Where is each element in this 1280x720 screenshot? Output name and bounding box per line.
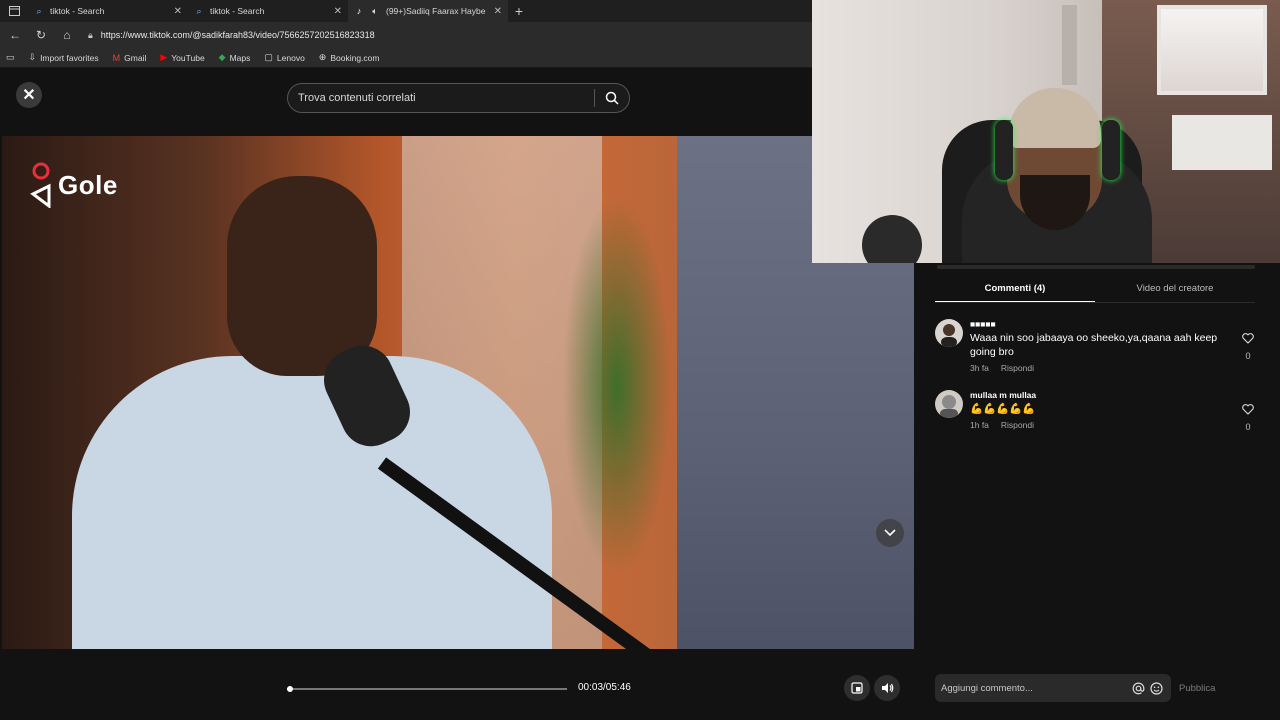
comment-composer: Pubblica — [935, 674, 1260, 702]
comment-body: mullaa m mullaa 💪💪💪💪💪 1h fa Rispondi — [970, 390, 1230, 430]
picture-in-picture-button[interactable] — [844, 675, 870, 701]
progress-bar[interactable] — [287, 686, 567, 692]
browser-tab-2[interactable]: ⌕ tiktok - Search ✕ — [188, 0, 348, 22]
comment-text: 💪💪💪💪💪 — [970, 403, 1036, 415]
search-icon: ⌕ — [196, 5, 202, 16]
close-tab-icon[interactable]: ✕ — [174, 6, 182, 17]
maps-icon: ◆ — [218, 52, 226, 62]
headset-right-icon — [1102, 120, 1120, 180]
bookmarks-menu-icon[interactable]: ▭ — [6, 52, 15, 63]
like-count: 0 — [1245, 422, 1251, 432]
avatar[interactable] — [935, 390, 963, 418]
video-player[interactable]: Gole — [2, 136, 914, 649]
address-bar: ← ↻ ⌂ 🔒︎ https://www.tiktok.com/@sadikfa… — [0, 22, 812, 48]
heart-icon — [1242, 404, 1254, 415]
bookmark-youtube[interactable]: ▶ YouTube — [160, 52, 204, 63]
volume-icon — [881, 683, 893, 693]
import-icon: ⇩ — [28, 52, 37, 62]
globe-icon: ⊕ — [318, 52, 327, 62]
refresh-icon[interactable]: ↻ — [30, 24, 52, 46]
gmail-icon: M — [112, 52, 121, 63]
comment-body: ■■■■■ Waaa nin soo jabaaya oo sheeko,ya,… — [970, 319, 1230, 373]
url-field[interactable]: 🔒︎ https://www.tiktok.com/@sadikfarah83/… — [82, 26, 812, 44]
panel-scroll-hint — [937, 265, 1255, 269]
youtube-icon: ▶ — [160, 52, 168, 62]
mention-icon[interactable] — [1129, 679, 1147, 697]
comment-time: 3h fa — [970, 363, 989, 373]
bookmarks-bar: ▭ ⇩ Import favorites M Gmail ▶ YouTube ◆ Map… — [0, 48, 812, 68]
tab-comments[interactable]: Commenti (4) — [935, 277, 1095, 303]
tab-title: (99+)Sadiiq Faarax Haybe (@ — [386, 6, 488, 16]
webcam-radiator — [1172, 115, 1272, 170]
close-video-button[interactable]: ✕ — [16, 82, 42, 108]
browser-tab-1[interactable]: ⌕ tiktok - Search ✕ — [28, 0, 188, 22]
bookmark-gmail[interactable]: M Gmail — [113, 53, 147, 63]
gole-logo-icon — [30, 162, 51, 208]
video-plant — [562, 196, 672, 576]
bookmark-import-favorites[interactable]: ⇩ Import favorites — [29, 52, 99, 63]
screen: ⌕ tiktok - Search ✕ ⌕ tiktok - Search ✕ … — [0, 0, 1280, 720]
new-tab-button[interactable]: + — [508, 3, 530, 19]
like-count: 0 — [1245, 351, 1251, 361]
search-icon — [605, 91, 619, 105]
player-controls: 00:03/05:46 — [0, 658, 915, 718]
like-button[interactable]: 0 — [1241, 402, 1255, 432]
tab-title: tiktok - Search — [50, 6, 105, 16]
url-text: https://www.tiktok.com/@sadikfarah83/vid… — [100, 30, 375, 40]
pip-icon — [851, 682, 863, 694]
comments-panel: Commenti (4) Video del creatore ■■■■■ Wa… — [915, 263, 1280, 720]
search-bar — [287, 83, 630, 113]
back-icon[interactable]: ← — [4, 24, 26, 46]
tabs-divider — [935, 302, 1255, 303]
tab-title: tiktok - Search — [210, 6, 265, 16]
heart-icon — [1242, 333, 1254, 344]
bookmark-maps[interactable]: ◆ Maps — [219, 52, 251, 63]
time-display: 00:03/05:46 — [578, 682, 631, 693]
home-icon[interactable]: ⌂ — [56, 24, 78, 46]
headset-left-icon — [995, 120, 1013, 180]
tab-actions-icon[interactable] — [0, 0, 28, 22]
site-info-icon[interactable]: 🔒︎ — [88, 30, 93, 41]
video-logo-text: Gole — [58, 169, 118, 200]
comment-meta: 3h fa Rispondi — [970, 363, 1230, 373]
webcam-shelf — [1062, 5, 1077, 85]
tab-creator-videos[interactable]: Video del creatore — [1095, 277, 1255, 303]
panel-tabs: Commenti (4) Video del creatore — [935, 277, 1255, 303]
tiktok-icon: ♪ — [356, 6, 362, 16]
next-video-button[interactable] — [876, 519, 904, 547]
speaker-icon[interactable]: 🔈︎ — [370, 6, 380, 16]
comment-time: 1h fa — [970, 420, 989, 430]
bookmark-lenovo[interactable]: ▢ Lenovo — [264, 52, 304, 63]
comment-input[interactable] — [941, 682, 1129, 694]
webcam-window — [1157, 5, 1267, 95]
browser-tab-bar: ⌕ tiktok - Search ✕ ⌕ tiktok - Search ✕ … — [0, 0, 812, 22]
comment-meta: 1h fa Rispondi — [970, 420, 1230, 430]
avatar[interactable] — [935, 319, 963, 347]
comment-input-wrapper — [935, 674, 1171, 702]
publish-button[interactable]: Pubblica — [1179, 683, 1215, 694]
comment-text: Waaa nin soo jabaaya oo sheeko,ya,qaana … — [970, 332, 1218, 358]
progress-knob[interactable] — [287, 686, 293, 692]
video-watermark-logo: Gole — [30, 162, 118, 208]
video-person-body — [72, 356, 552, 649]
close-tab-icon[interactable]: ✕ — [494, 6, 502, 17]
reply-button[interactable]: Rispondi — [1001, 363, 1034, 373]
bookmark-booking[interactable]: ⊕ Booking.com — [319, 52, 380, 63]
search-input[interactable] — [288, 92, 594, 104]
browser-tab-3[interactable]: ♪ 🔈︎ (99+)Sadiiq Faarax Haybe (@ ✕ — [348, 0, 508, 22]
like-button[interactable]: 0 — [1241, 331, 1255, 361]
comment-username[interactable]: mullaa m mullaa — [970, 390, 1230, 400]
search-button[interactable] — [595, 84, 629, 112]
emoji-icon[interactable] — [1147, 679, 1165, 697]
reply-button[interactable]: Rispondi — [1001, 420, 1034, 430]
chevron-down-icon — [884, 529, 896, 537]
search-icon: ⌕ — [36, 5, 42, 16]
webcam-overlay — [812, 0, 1280, 263]
tiktok-page: ✕ Gole — [0, 68, 915, 720]
volume-button[interactable] — [874, 675, 900, 701]
close-tab-icon[interactable]: ✕ — [334, 6, 342, 17]
comment-username[interactable]: ■■■■■ — [970, 319, 1230, 329]
folder-icon: ▢ — [264, 52, 273, 62]
